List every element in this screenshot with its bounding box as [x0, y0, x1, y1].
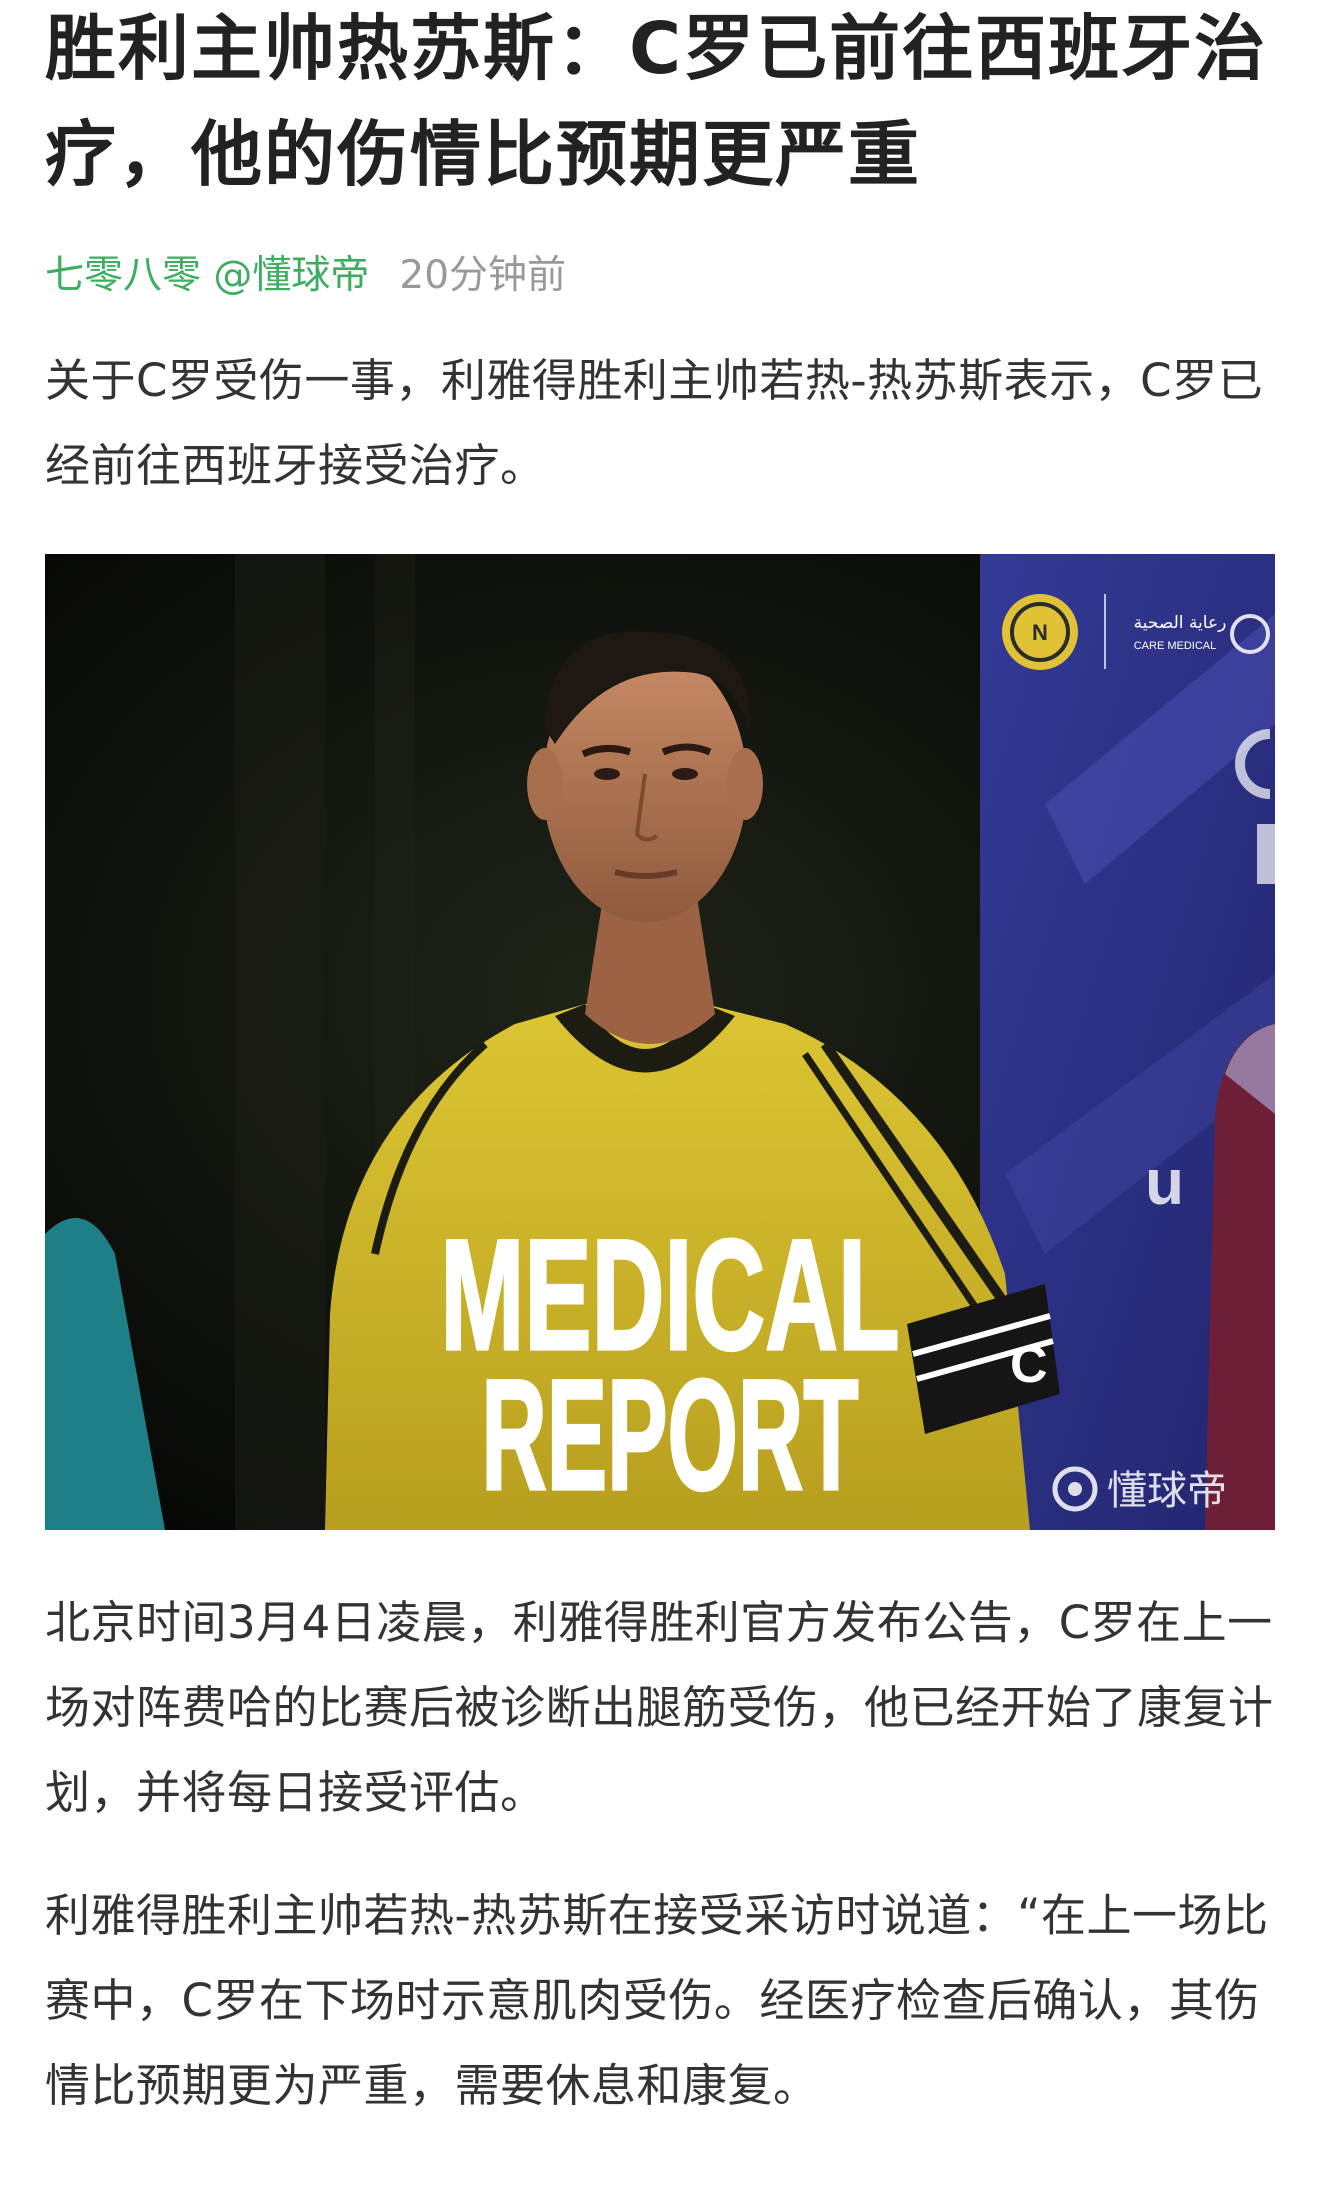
- article-meta: 七零八零 @懂球帝 20分钟前: [45, 252, 1275, 300]
- medical-report-headline: MEDICAL REPORT: [439, 1205, 901, 1524]
- sponsor-text: رعاية الصحية: [1134, 613, 1227, 633]
- author-link[interactable]: 七零八零 @懂球帝: [45, 252, 369, 300]
- headline-line-2: REPORT: [481, 1346, 858, 1522]
- svg-text:u: u: [1145, 1146, 1184, 1218]
- article-image[interactable]: N رعاية الصحية CARE MEDICAL u C MEDICAL …: [45, 554, 1275, 1530]
- medical-report-photo: N رعاية الصحية CARE MEDICAL u C MEDICAL …: [45, 554, 1275, 1530]
- article: 胜利主帅热苏斯：C罗已前往西班牙治疗，他的伤情比预期更严重 七零八零 @懂球帝 …: [0, 0, 1320, 2182]
- paragraph-2: 北京时间3月4日凌晨，利雅得胜利官方发布公告，C罗在上一场对阵费哈的比赛后被诊断…: [45, 1596, 1274, 1819]
- svg-text:N: N: [1032, 620, 1048, 645]
- armband-text: C: [1010, 1336, 1048, 1394]
- paragraph-3: 利雅得胜利主帅若热-热苏斯在接受采访时说道：“在上一场比赛中，C罗在下场时示意肌…: [45, 1889, 1269, 2112]
- sponsor-text-2: CARE MEDICAL: [1134, 640, 1217, 652]
- article-title: 胜利主帅热苏斯：C罗已前往西班牙治疗，他的伤情比预期更严重: [45, 7, 1268, 196]
- publish-time: 20分钟前: [399, 253, 567, 298]
- paragraph-1: 关于C罗受伤一事，利雅得胜利主帅若热-热苏斯表示，C罗已经前往西班牙接受治疗。: [45, 354, 1264, 492]
- watermark-text: 懂球帝: [1107, 1468, 1227, 1514]
